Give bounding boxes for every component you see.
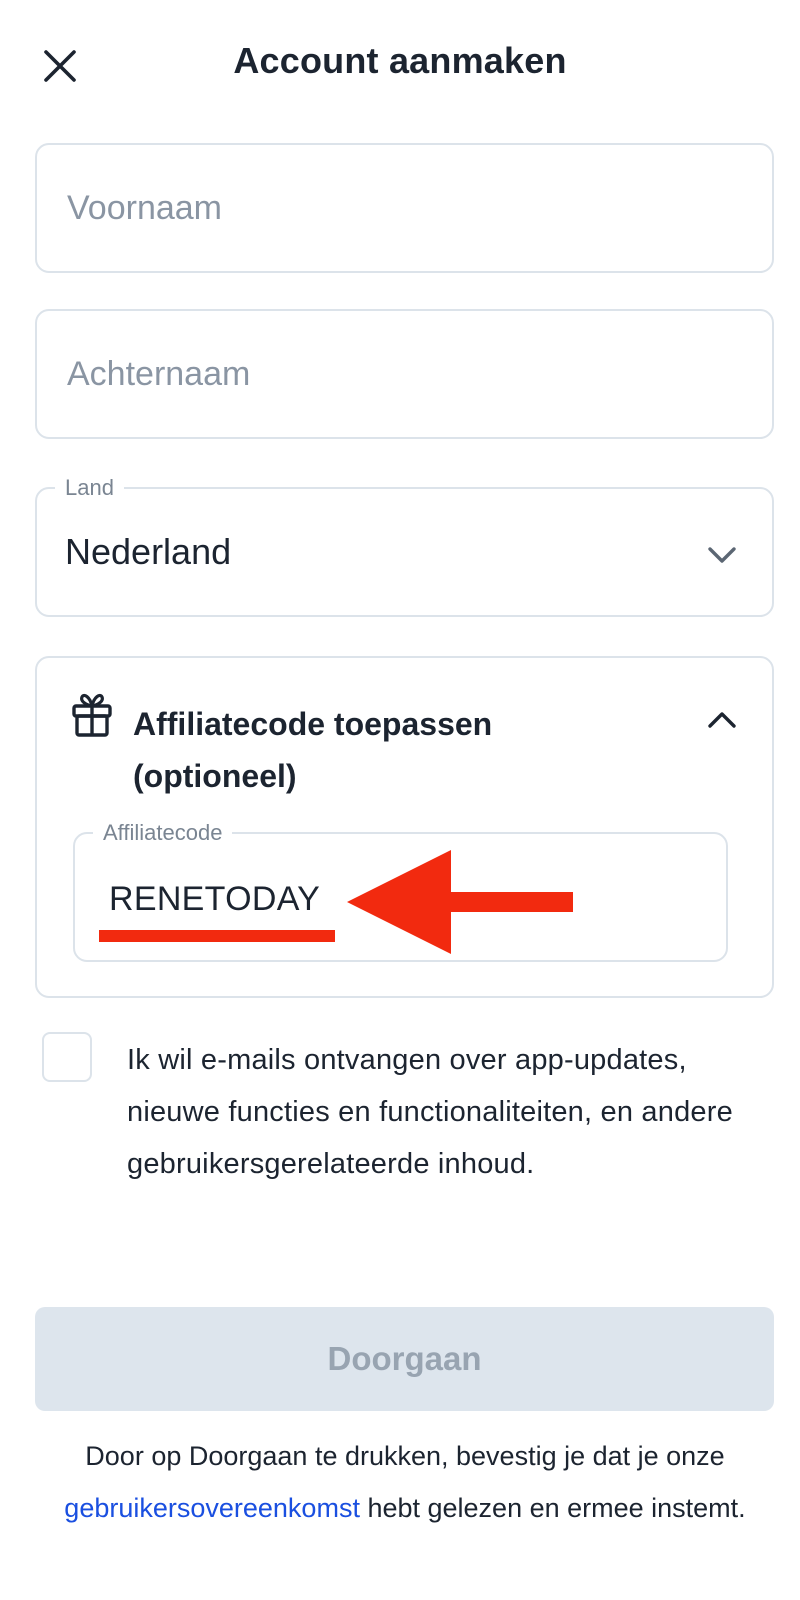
user-agreement-link[interactable]: gebruikersovereenkomst [64,1493,360,1523]
country-value: Nederland [65,531,232,572]
first-name-field[interactable] [35,143,774,273]
terms-prefix: Door op Doorgaan te drukken, bevestig je… [85,1441,725,1471]
affiliate-code-value[interactable]: RENETODAY [109,880,320,919]
email-consent-text: Ik wil e-mails ontvangen over app-update… [127,1044,733,1180]
chevron-down-icon[interactable] [702,535,742,575]
terms-suffix: hebt gelezen en ermee instemt. [359,1493,746,1523]
affiliate-code-label: Affiliatecode [93,820,233,846]
email-consent-checkbox[interactable] [42,1032,92,1082]
annotation-arrow [347,850,573,954]
last-name-field[interactable] [35,309,774,439]
affiliate-title: Affiliatecode toepassen (optioneel) [133,706,493,794]
country-label: Land [55,475,124,501]
last-name-input[interactable] [37,311,772,437]
gift-icon [72,693,112,737]
terms-text: Door op Doorgaan te drukken, bevestig je… [30,1430,780,1534]
chevron-up-icon[interactable] [702,700,742,740]
country-select[interactable]: Land Nederland [35,475,774,617]
affiliate-section: Affiliatecode toepassen (optioneel) Affi… [35,656,774,998]
header: Account aanmaken [0,0,800,130]
annotation-underline [99,930,335,942]
continue-button[interactable]: Doorgaan [35,1307,774,1411]
first-name-input[interactable] [37,145,772,271]
page-title: Account aanmaken [233,40,567,81]
affiliate-code-field[interactable]: Affiliatecode RENETODAY [73,820,728,962]
